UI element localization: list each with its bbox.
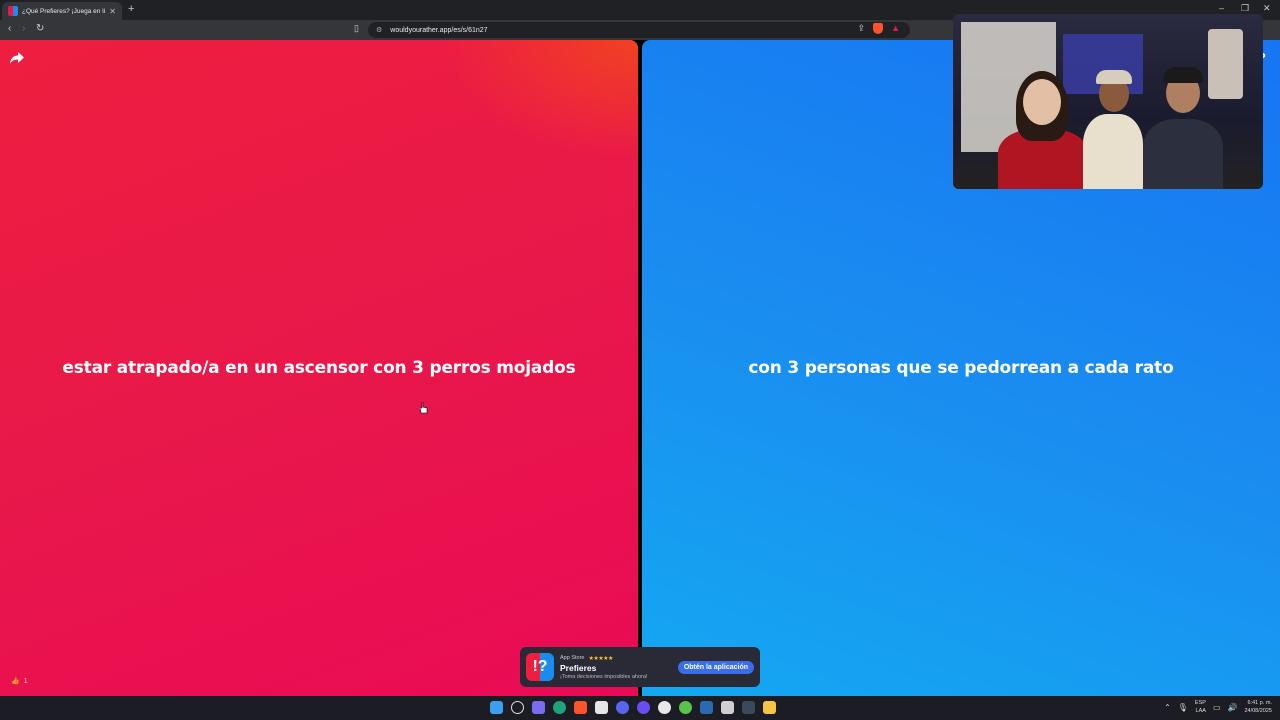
taskbar: ⌃ 🎙 ESP LAA ▭ 🔊 6:41 p. m. 24/08/2025 xyxy=(0,696,1280,720)
brave-shield-icon[interactable] xyxy=(873,23,884,34)
webcam-lamp xyxy=(1208,29,1243,99)
obs-icon[interactable] xyxy=(637,701,650,714)
app-tagline: ¡Toma decisiones imposibles ahora! xyxy=(560,673,648,680)
notepad-icon[interactable] xyxy=(721,701,734,714)
app-banner[interactable]: !? App Store ★★★★★ Prefieres ¡Toma decis… xyxy=(520,647,760,687)
tab-title: ¿Qué Prefieres? ¡Juega en línea! xyxy=(22,7,105,15)
start-icon[interactable] xyxy=(490,701,503,714)
option-a-text: estar atrapado/a en un ascensor con 3 pe… xyxy=(62,358,576,378)
chrome-icon[interactable] xyxy=(658,701,671,714)
rewards-icon[interactable]: ▲ xyxy=(891,23,900,34)
mouse-cursor-icon xyxy=(420,402,428,414)
app-store-label: App Store xyxy=(560,655,585,661)
search-icon[interactable] xyxy=(511,701,524,714)
back-icon[interactable]: ‹ xyxy=(8,23,11,34)
webcam-overlay xyxy=(953,14,1263,189)
browser-tab[interactable]: ¿Qué Prefieres? ¡Juega en línea! ✕ xyxy=(2,2,122,20)
bookmark-icon[interactable]: ▯ xyxy=(354,23,359,34)
site-info-icon[interactable]: ⚙ xyxy=(376,26,382,34)
microphone-icon[interactable]: 🎙 xyxy=(1178,703,1188,712)
thumbs-up-icon: 👍 xyxy=(11,678,20,685)
address-bar[interactable]: ⚙ wouldyourather.app/es/s/61n27 ⇪ ▲ xyxy=(368,22,910,38)
discord-icon[interactable] xyxy=(616,701,629,714)
app-icon[interactable] xyxy=(742,701,755,714)
option-b-text: con 3 personas que se pedorrean a cada r… xyxy=(748,358,1174,378)
streamer-1 xyxy=(998,71,1088,189)
show-hidden-icons[interactable]: ⌃ xyxy=(1164,703,1171,712)
site-favicon-icon xyxy=(8,6,18,16)
new-tab-icon[interactable]: + xyxy=(128,3,134,15)
app-logo-icon: !? xyxy=(526,653,554,681)
streamer-3 xyxy=(1143,67,1223,189)
tripadvisor-icon[interactable] xyxy=(679,701,692,714)
reload-icon[interactable]: ↻ xyxy=(36,23,44,34)
like-count: 1 xyxy=(23,677,28,685)
calendar-icon[interactable] xyxy=(595,701,608,714)
brave-icon[interactable] xyxy=(574,701,587,714)
file-explorer-icon[interactable] xyxy=(763,701,776,714)
close-tab-icon[interactable]: ✕ xyxy=(109,7,116,16)
copilot-icon[interactable] xyxy=(532,701,545,714)
monitor-icon[interactable]: ▭ xyxy=(1213,703,1221,712)
minimize-icon[interactable]: – xyxy=(1219,3,1224,13)
get-app-button[interactable]: Obtén la aplicación xyxy=(677,660,754,674)
volume-icon[interactable]: 🔊 xyxy=(1228,703,1238,712)
rating-stars: ★★★★★ xyxy=(588,655,613,662)
share-icon[interactable] xyxy=(10,52,24,64)
language-indicator[interactable]: ESP LAA xyxy=(1195,699,1206,715)
share-page-icon[interactable]: ⇪ xyxy=(858,23,866,34)
steam-icon[interactable] xyxy=(700,701,713,714)
streamer-2 xyxy=(1083,70,1143,189)
app-name: Prefieres xyxy=(560,662,597,673)
option-a-panel[interactable]: estar atrapado/a en un ascensor con 3 pe… xyxy=(0,40,638,696)
forward-icon[interactable]: › xyxy=(22,23,25,34)
url-text: wouldyourather.app/es/s/61n27 xyxy=(390,26,488,34)
like-counter[interactable]: 👍 1 xyxy=(11,677,28,686)
window-close-icon[interactable]: ✕ xyxy=(1263,3,1271,14)
restore-icon[interactable]: ❐ xyxy=(1241,3,1249,14)
edge-icon[interactable] xyxy=(553,701,566,714)
clock[interactable]: 6:41 p. m. 24/08/2025 xyxy=(1244,699,1272,715)
